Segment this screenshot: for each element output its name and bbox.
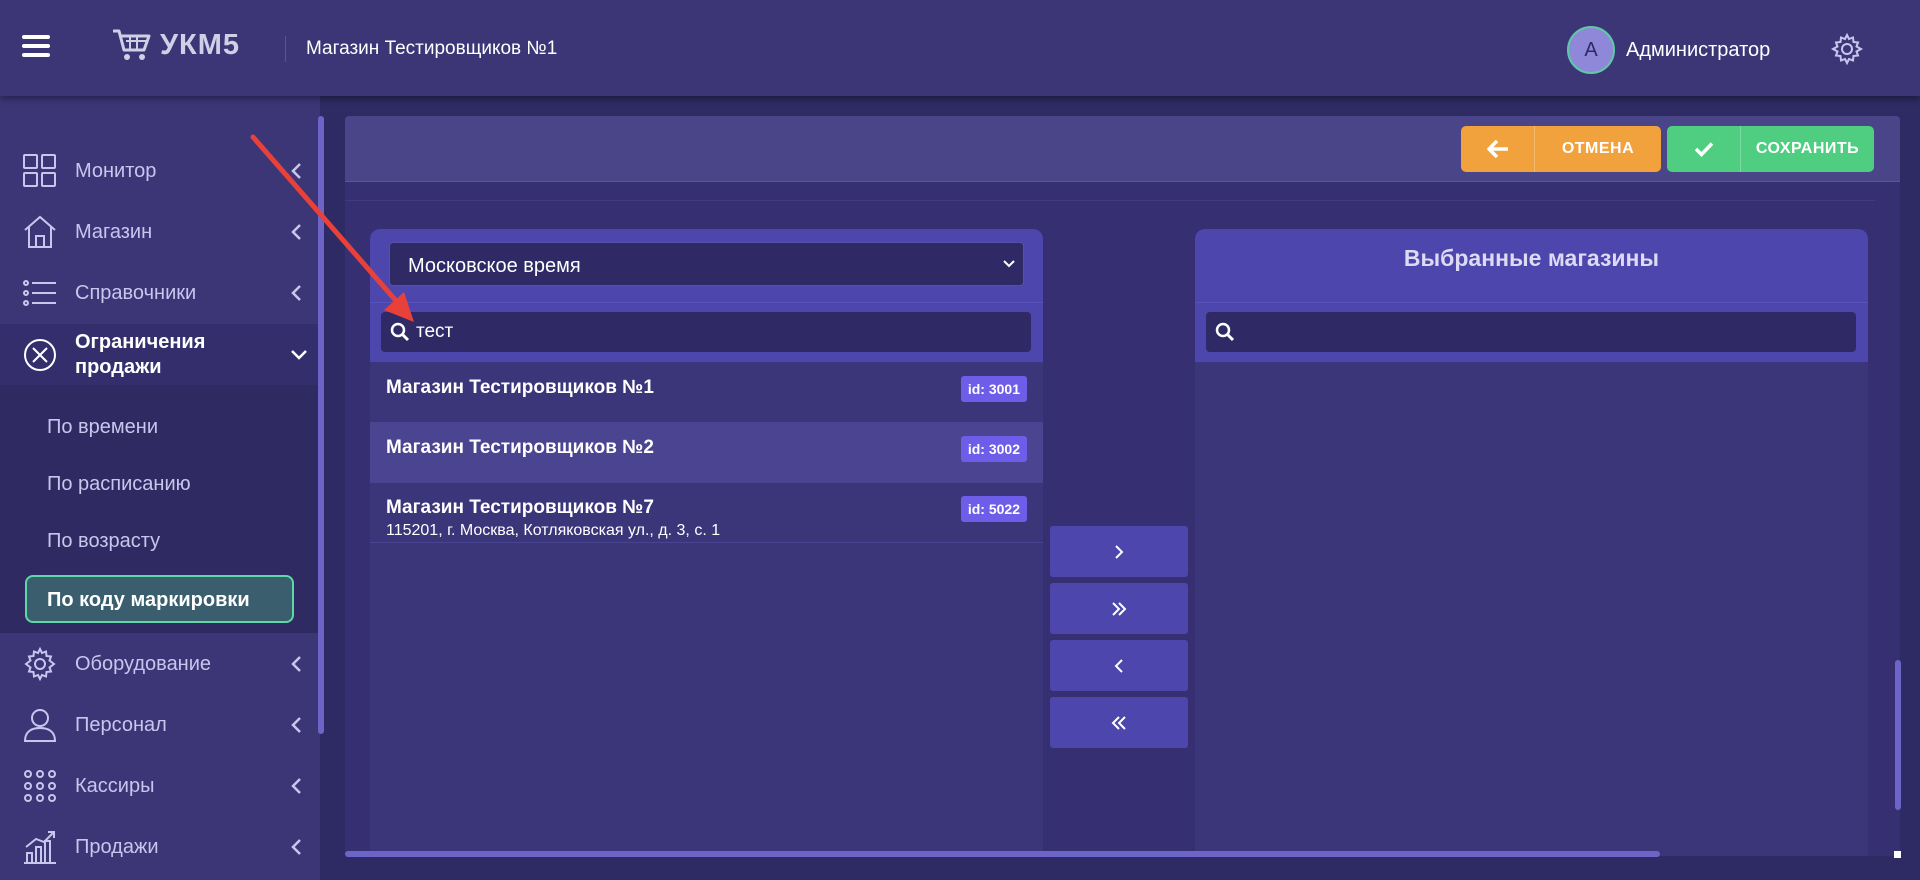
header-divider	[285, 36, 286, 62]
available-stores-header: Московское время	[370, 229, 1043, 302]
store-address: 115201, г. Москва, Котляковская ул., д. …	[386, 522, 721, 539]
horizontal-scrollbar[interactable]	[345, 851, 1660, 857]
store-id-badge: id: 5022	[960, 496, 1027, 522]
sidebar-item-label: Кассиры	[75, 774, 155, 797]
cart-icon	[113, 29, 151, 60]
chevron-right-icon	[1115, 544, 1124, 559]
list-icon	[23, 280, 56, 306]
list-item[interactable]: Магазин Тестировщиков №1 id: 3001	[370, 363, 1043, 423]
chevron-left-icon	[1114, 658, 1123, 673]
available-stores-search-bar	[370, 302, 1043, 362]
sidebar-item-store[interactable]: Магазин	[0, 202, 318, 262]
toolbar: ОТМЕНА СОХРАНИТЬ	[345, 116, 1900, 182]
chevron-left-icon	[291, 778, 301, 794]
move-selected-right-button[interactable]	[1050, 526, 1188, 577]
user-name[interactable]: Администратор	[1626, 39, 1770, 62]
top-header: УКМ5 Магазин Тестировщиков №1 A Админист…	[0, 0, 1920, 96]
timezone-select[interactable]: Московское время	[389, 242, 1024, 286]
vertical-scrollbar[interactable]	[1895, 660, 1901, 810]
chevron-left-icon	[291, 285, 301, 301]
cancel-button-label: ОТМЕНА	[1561, 140, 1635, 157]
chevron-left-icon	[291, 163, 301, 179]
selected-stores-search-bar	[1195, 302, 1868, 362]
app-logo[interactable]: УКМ5	[112, 28, 240, 62]
selected-stores-panel: Выбранные магазины	[1195, 229, 1868, 856]
sales-chart-icon	[24, 831, 56, 864]
double-chevron-right-icon	[1112, 601, 1127, 616]
store-name: Магазин Тестировщиков №2	[386, 437, 654, 458]
sidebar-item-label: Справочники	[75, 281, 197, 304]
store-id-badge: id: 3002	[960, 436, 1027, 462]
avatar[interactable]: A	[1567, 26, 1615, 74]
monitor-grid-icon	[23, 154, 56, 187]
hamburger-menu-icon[interactable]	[22, 35, 50, 57]
submenu-item-by-schedule[interactable]: По расписанию	[47, 473, 191, 496]
sidebar-item-equipment[interactable]: Оборудование	[0, 634, 318, 694]
available-stores-search-input[interactable]	[416, 312, 1021, 352]
move-all-left-button[interactable]	[1050, 697, 1188, 748]
toolbar-divider	[345, 200, 1875, 201]
store-house-icon	[24, 215, 56, 248]
cancel-button[interactable]: ОТМЕНА	[1461, 126, 1661, 172]
checkmark-icon	[1667, 126, 1741, 172]
chevron-down-icon	[1003, 260, 1015, 268]
timezone-selected-value: Московское время	[408, 255, 581, 277]
search-icon	[390, 322, 410, 342]
store-id-badge: id: 3001	[960, 376, 1027, 402]
sidebar-item-monitor[interactable]: Монитор	[0, 141, 318, 201]
settings-gear-icon[interactable]	[1830, 32, 1864, 66]
move-all-right-button[interactable]	[1050, 583, 1188, 634]
chevron-left-icon	[291, 656, 301, 672]
list-item[interactable]: Магазин Тестировщиков №7 115201, г. Моск…	[370, 483, 1043, 543]
sidebar-item-sales-restrictions[interactable]: Ограничения продажи	[0, 324, 318, 385]
store-name: Магазин Тестировщиков №1	[386, 377, 654, 398]
sidebar-item-label: Ограничения продажи	[75, 330, 206, 378]
sidebar-item-label: Монитор	[75, 159, 157, 182]
sidebar-item-sales[interactable]: Продажи	[0, 817, 318, 877]
available-stores-search-box	[381, 312, 1031, 352]
gear-icon	[24, 646, 56, 682]
chevron-left-icon	[291, 717, 301, 733]
selected-stores-search-box	[1206, 312, 1856, 352]
logo-text: УКМ5	[160, 28, 241, 61]
store-name: Магазин Тестировщиков №7	[386, 497, 654, 518]
submenu-item-by-marking-code[interactable]: По коду маркировки	[25, 575, 294, 623]
scroll-corner	[1894, 851, 1901, 858]
person-icon	[23, 709, 57, 742]
save-button[interactable]: СОХРАНИТЬ	[1667, 126, 1874, 172]
submenu-item-label: По коду маркировки	[47, 589, 250, 611]
chevron-left-icon	[291, 839, 301, 855]
submenu-item-by-age[interactable]: По возрасту	[47, 530, 160, 553]
selected-stores-header: Выбранные магазины	[1195, 229, 1868, 302]
move-selected-left-button[interactable]	[1050, 640, 1188, 691]
main-panel: ОТМЕНА СОХРАНИТЬ Московское время Магази…	[345, 116, 1900, 856]
sidebar-item-cashiers[interactable]: Кассиры	[0, 756, 318, 816]
submenu-item-by-time[interactable]: По времени	[47, 416, 158, 439]
list-item[interactable]: Магазин Тестировщиков №2 id: 3002	[370, 423, 1043, 483]
restriction-x-icon	[24, 338, 56, 371]
chevron-left-icon	[291, 224, 301, 240]
double-chevron-left-icon	[1111, 715, 1126, 730]
sidebar-item-directories[interactable]: Справочники	[0, 263, 318, 323]
avatar-letter: A	[1584, 38, 1598, 61]
sidebar-item-label: Персонал	[75, 713, 167, 736]
sidebar-item-personnel[interactable]: Персонал	[0, 695, 318, 755]
dots-grid-icon	[24, 770, 56, 802]
store-title: Магазин Тестировщиков №1	[306, 38, 558, 59]
sidebar-item-label: Продажи	[75, 835, 159, 858]
selected-stores-search-input[interactable]	[1241, 312, 1846, 352]
sidebar-scrollbar[interactable]	[318, 116, 324, 734]
chevron-down-icon	[291, 349, 307, 360]
arrow-left-icon	[1461, 126, 1535, 172]
selected-stores-title: Выбранные магазины	[1403, 245, 1660, 271]
sidebar-item-label: Оборудование	[75, 652, 212, 675]
sidebar-item-label: Магазин	[75, 220, 153, 243]
search-icon	[1215, 322, 1235, 342]
available-stores-panel: Московское время Магазин Тестировщиков №…	[370, 229, 1043, 856]
save-button-label: СОХРАНИТЬ	[1755, 140, 1860, 157]
